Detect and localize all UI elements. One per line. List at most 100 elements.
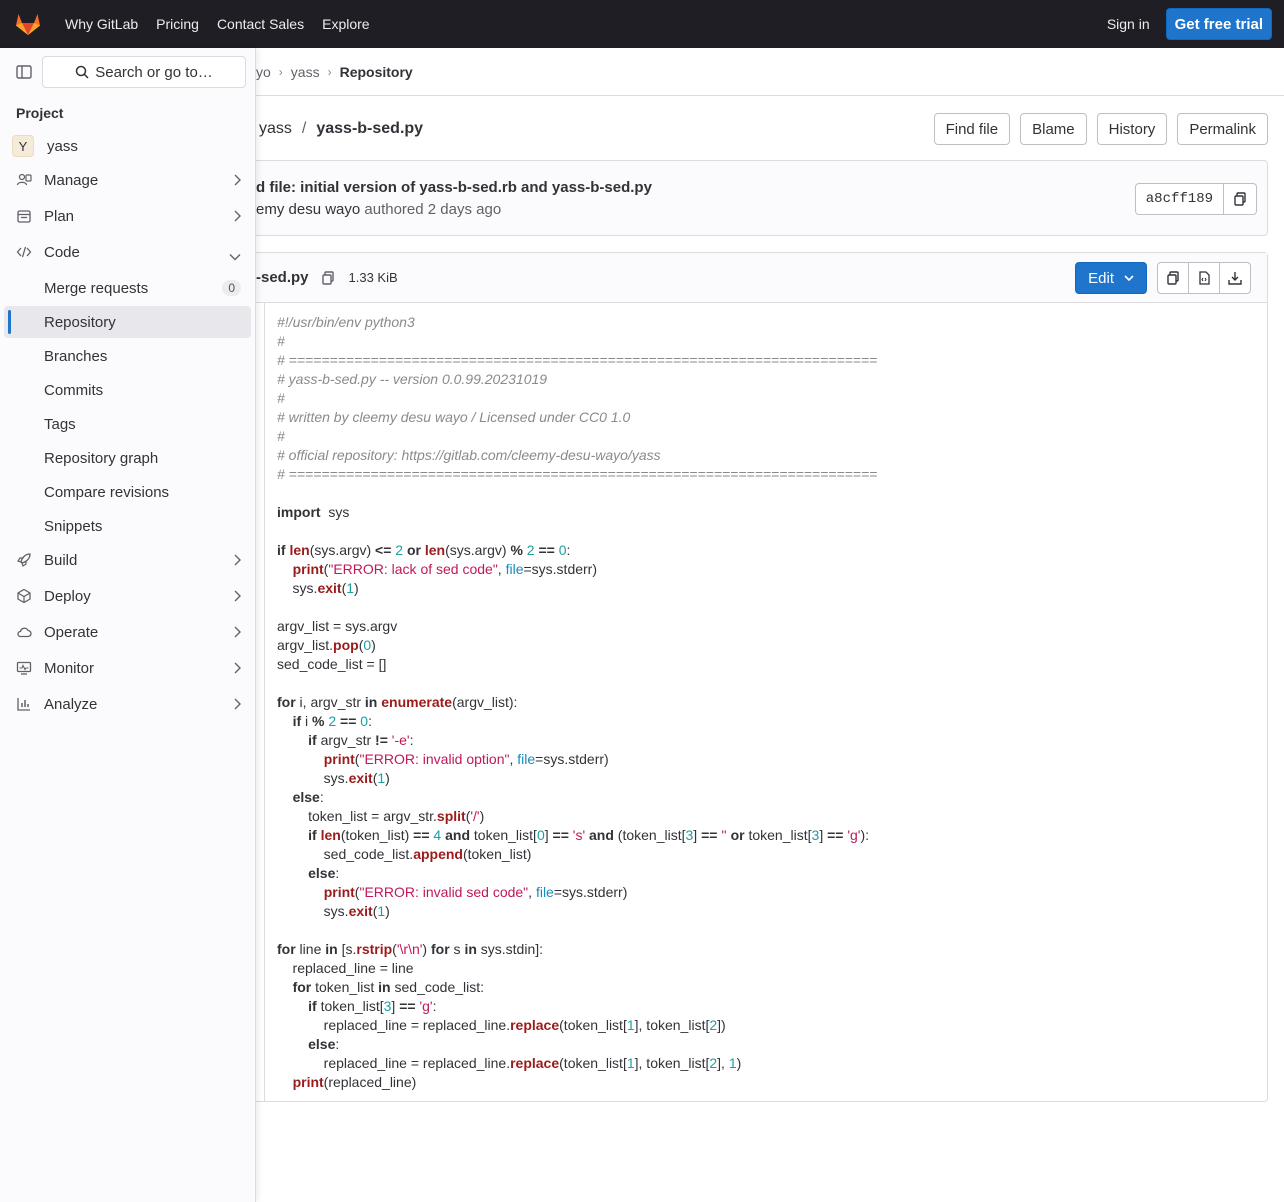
get-free-trial-button[interactable]: Get free trial <box>1165 8 1272 40</box>
download-button[interactable] <box>1219 262 1251 294</box>
sidebar-item-tags[interactable]: Tags <box>4 408 251 440</box>
sidebar-item-snippets[interactable]: Snippets <box>4 510 251 542</box>
sidebar-item-repository-graph[interactable]: Repository graph <box>4 442 251 474</box>
sidebar-item-monitor[interactable]: Monitor <box>4 652 251 684</box>
code-line: for token_list in sed_code_list: <box>277 978 877 997</box>
path-project-link[interactable]: yass <box>259 120 292 138</box>
edit-button[interactable]: Edit <box>1075 262 1147 294</box>
code-token: == <box>340 713 357 729</box>
code-token: token_list[ <box>470 827 537 843</box>
sidebar-item-plan[interactable]: Plan <box>4 200 251 232</box>
sidebar-item-project[interactable]: Y yass <box>4 130 251 162</box>
sidebar-item-deploy[interactable]: Deploy <box>4 580 251 612</box>
sidebar-item-operate[interactable]: Operate <box>4 616 251 648</box>
copy-contents-button[interactable] <box>1157 262 1189 294</box>
sidebar-item-repository[interactable]: Repository <box>4 306 251 338</box>
find-file-button[interactable]: Find file <box>933 113 1011 145</box>
code-token: : <box>335 865 340 881</box>
nav-why-gitlab[interactable]: Why GitLab <box>56 16 147 32</box>
toggle-sidebar-button[interactable] <box>8 56 40 88</box>
permalink-button[interactable]: Permalink <box>1177 113 1268 145</box>
code-token: replaced_line = line <box>277 960 414 976</box>
chevron-down-icon <box>1124 275 1134 281</box>
chevron-right-icon: › <box>278 64 283 79</box>
code-token: =sys.stderr) <box>553 884 628 900</box>
calendar-icon <box>16 208 32 224</box>
code-token: in <box>325 941 338 957</box>
code-token: 1 <box>346 580 355 596</box>
sidebar-item-code[interactable]: Code <box>4 236 251 268</box>
breadcrumb-repository[interactable]: Repository <box>340 64 413 80</box>
commit-title[interactable]: d file: initial version of yass-b-sed.rb… <box>256 179 652 196</box>
code-token: token_list[ <box>316 998 384 1014</box>
code-line: replaced_line = line <box>277 959 877 978</box>
code-token: # written by cleemy desu wayo / Licensed… <box>277 409 631 425</box>
code-line: if len(token_list) == 4 and token_list[0… <box>277 826 877 845</box>
copy-sha-button[interactable] <box>1224 183 1257 215</box>
copy-icon <box>1234 192 1246 206</box>
sidebar-item-build[interactable]: Build <box>4 544 251 576</box>
sidebar-item-label: Monitor <box>44 659 95 677</box>
code-line: replaced_line = replaced_line.replace(to… <box>277 1016 877 1035</box>
copy-path-button[interactable] <box>321 270 335 285</box>
code-token: : <box>335 1036 340 1052</box>
code-token: =sys.stderr) <box>535 751 609 767</box>
merge-requests-count-badge: 0 <box>222 280 241 296</box>
chevron-right-icon <box>233 209 241 226</box>
code-line: else: <box>277 788 877 807</box>
chevron-right-icon <box>233 553 241 570</box>
commit-sha[interactable]: a8cff189 <box>1134 183 1224 215</box>
nav-contact-sales[interactable]: Contact Sales <box>208 16 313 32</box>
code-token: len <box>320 827 341 843</box>
sidebar-item-manage[interactable]: Manage <box>4 164 251 196</box>
code-token: ) <box>479 808 485 824</box>
sign-in-link[interactable]: Sign in <box>1107 16 1150 32</box>
open-raw-button[interactable] <box>1188 262 1220 294</box>
sidebar-item-merge-requests[interactable]: Merge requests 0 <box>4 272 251 304</box>
code-token: sys. <box>277 903 349 919</box>
code-line: print("ERROR: invalid sed code", file=sy… <box>277 883 877 902</box>
code-token: # <box>277 333 285 349</box>
breadcrumb-user[interactable]: yo <box>256 64 271 80</box>
history-button[interactable]: History <box>1096 113 1168 145</box>
code-line: # ======================================… <box>277 351 877 370</box>
code-line: print(replaced_line) <box>277 1073 877 1092</box>
code-token: len <box>289 542 310 558</box>
code-token: 1 <box>728 1055 737 1071</box>
nav-explore[interactable]: Explore <box>313 16 378 32</box>
search-button[interactable]: Search or go to… <box>42 56 246 88</box>
nav-pricing[interactable]: Pricing <box>147 16 208 32</box>
sidebar-item-label: Code <box>44 243 80 261</box>
code-line: # yass-b-sed.py -- version 0.0.99.202310… <box>277 370 877 389</box>
gitlab-logo-icon[interactable] <box>0 0 56 48</box>
commit-author[interactable]: emy desu wayo <box>256 201 360 218</box>
code-token: ], <box>717 1055 729 1071</box>
code-token: # official repository: https://gitlab.co… <box>277 447 661 463</box>
code-token: token_list = argv_str. <box>277 808 437 824</box>
sidebar-item-compare-revisions[interactable]: Compare revisions <box>4 476 251 508</box>
blame-button[interactable]: Blame <box>1020 113 1087 145</box>
sidebar-item-analyze[interactable]: Analyze <box>4 688 251 720</box>
sidebar-item-branches[interactable]: Branches <box>4 340 251 372</box>
file-code-icon <box>1199 271 1210 285</box>
code-token: : <box>566 542 571 558</box>
sidebar-item-commits[interactable]: Commits <box>4 374 251 406</box>
chevron-right-icon: › <box>327 64 332 79</box>
sidebar-item-label: yass <box>47 137 78 155</box>
code-token: 0 <box>360 713 369 729</box>
code-token: (token_list[ <box>613 827 686 843</box>
code-token: for <box>277 694 296 710</box>
breadcrumb: yo › yass › Repository <box>256 48 1284 96</box>
commit-time: 2 days ago <box>427 201 502 218</box>
code-token: and <box>445 827 470 843</box>
code-token: ) <box>422 941 431 957</box>
code-line: # <box>277 427 877 446</box>
code-token: line <box>295 941 326 957</box>
code-icon <box>16 244 32 260</box>
code-line: sys.exit(1) <box>277 769 877 788</box>
breadcrumb-project[interactable]: yass <box>291 64 320 80</box>
code-token: print <box>323 751 355 767</box>
